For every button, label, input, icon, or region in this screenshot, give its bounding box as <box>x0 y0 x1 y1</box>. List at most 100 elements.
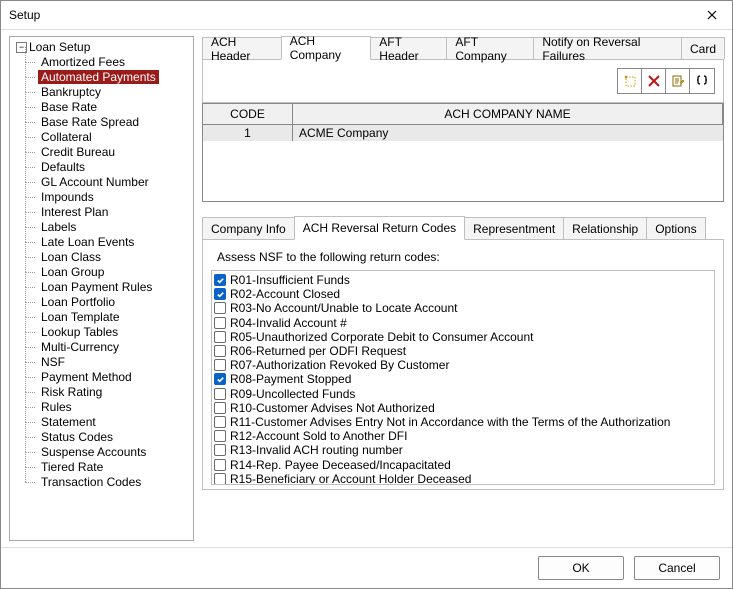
top-tab[interactable]: AFT Company <box>446 37 534 59</box>
checkbox[interactable] <box>214 444 226 456</box>
top-tab[interactable]: Notify on Reversal Failures <box>533 37 682 59</box>
checkbox[interactable] <box>214 388 226 400</box>
sidebar-item[interactable]: GL Account Number <box>38 175 193 190</box>
sidebar-item[interactable]: Defaults <box>38 160 193 175</box>
sidebar-item-label: Loan Portfolio <box>38 295 118 309</box>
checkbox[interactable] <box>214 274 226 286</box>
sidebar-item[interactable]: Rules <box>38 400 193 415</box>
return-code-row[interactable]: R15-Beneficiary or Account Holder Deceas… <box>214 472 710 485</box>
sidebar-item[interactable]: Multi-Currency <box>38 340 193 355</box>
return-code-row[interactable]: R14-Rep. Payee Deceased/Incapacitated <box>214 457 710 471</box>
sidebar-item[interactable]: NSF <box>38 355 193 370</box>
grid-col-code[interactable]: CODE <box>203 104 293 124</box>
checkbox[interactable] <box>214 373 226 385</box>
checkbox[interactable] <box>214 473 226 485</box>
sidebar-item[interactable]: Collateral <box>38 130 193 145</box>
sidebar-item[interactable]: Transaction Codes <box>38 475 193 490</box>
return-code-row[interactable]: R08-Payment Stopped <box>214 372 710 386</box>
sub-tab[interactable]: Options <box>646 217 705 239</box>
return-code-row[interactable]: R04-Invalid Account # <box>214 316 710 330</box>
sidebar-item-label: Transaction Codes <box>38 475 144 489</box>
checkbox[interactable] <box>214 302 226 314</box>
grid-col-name[interactable]: ACH COMPANY NAME <box>293 104 723 124</box>
return-code-row[interactable]: R03-No Account/Unable to Locate Account <box>214 301 710 315</box>
sidebar-item[interactable]: Interest Plan <box>38 205 193 220</box>
sidebar-item[interactable]: Base Rate <box>38 100 193 115</box>
sidebar-item[interactable]: Loan Class <box>38 250 193 265</box>
return-code-row[interactable]: R13-Invalid ACH routing number <box>214 443 710 457</box>
toolbar-edit-button[interactable] <box>666 69 690 93</box>
sub-tab[interactable]: Relationship <box>563 217 647 239</box>
sidebar-item[interactable]: Late Loan Events <box>38 235 193 250</box>
table-row[interactable]: 1ACME Company <box>203 125 723 141</box>
return-code-row[interactable]: R05-Unauthorized Corporate Debit to Cons… <box>214 330 710 344</box>
sidebar-item[interactable]: Suspense Accounts <box>38 445 193 460</box>
sub-tab[interactable]: ACH Reversal Return Codes <box>294 216 465 240</box>
ok-button[interactable]: OK <box>538 556 624 580</box>
sidebar-item-label: Status Codes <box>38 430 116 444</box>
return-code-row[interactable]: R11-Customer Advises Entry Not in Accord… <box>214 415 710 429</box>
grid-empty-area[interactable] <box>203 141 723 201</box>
checkbox[interactable] <box>214 416 226 428</box>
sidebar-item-label: Rules <box>38 400 75 414</box>
return-code-row[interactable]: R02-Account Closed <box>214 287 710 301</box>
tree-root-row[interactable]: − Loan Setup <box>14 39 193 55</box>
checkbox[interactable] <box>214 402 226 414</box>
checkbox[interactable] <box>214 317 226 329</box>
sidebar-item[interactable]: Loan Group <box>38 265 193 280</box>
return-code-row[interactable]: R10-Customer Advises Not Authorized <box>214 401 710 415</box>
sidebar-item[interactable]: Loan Template <box>38 310 193 325</box>
sidebar-item[interactable]: Bankruptcy <box>38 85 193 100</box>
sidebar-scroll[interactable]: − Loan Setup Amortized FeesAutomated Pay… <box>10 37 193 540</box>
return-code-label: R04-Invalid Account # <box>230 316 347 330</box>
top-tab[interactable]: ACH Header <box>202 37 282 59</box>
sidebar-item[interactable]: Loan Payment Rules <box>38 280 193 295</box>
checkbox[interactable] <box>214 359 226 371</box>
sidebar-item[interactable]: Tiered Rate <box>38 460 193 475</box>
checkbox[interactable] <box>214 331 226 343</box>
sidebar-item[interactable]: Impounds <box>38 190 193 205</box>
sub-tab[interactable]: Company Info <box>202 217 295 239</box>
window-close-button[interactable] <box>700 3 724 27</box>
toolbar-new-button[interactable] <box>618 69 642 93</box>
check-icon <box>216 375 225 384</box>
checkbox[interactable] <box>214 345 226 357</box>
checkbox[interactable] <box>214 288 226 300</box>
braces-icon <box>695 74 709 88</box>
sidebar-item[interactable]: Amortized Fees <box>38 55 193 70</box>
sidebar-item-label: Lookup Tables <box>38 325 121 339</box>
checkbox[interactable] <box>214 430 226 442</box>
sidebar-item-label: Loan Class <box>38 250 104 264</box>
sidebar-item[interactable]: Lookup Tables <box>38 325 193 340</box>
toolbar-delete-button[interactable] <box>642 69 666 93</box>
top-tab[interactable]: AFT Header <box>370 37 447 59</box>
return-code-row[interactable]: R07-Authorization Revoked By Customer <box>214 358 710 372</box>
return-code-row[interactable]: R09-Uncollected Funds <box>214 387 710 401</box>
top-tab[interactable]: ACH Company <box>281 36 372 60</box>
cell-name: ACME Company <box>293 125 723 141</box>
sidebar-item[interactable]: Automated Payments <box>38 70 193 85</box>
sidebar-item[interactable]: Status Codes <box>38 430 193 445</box>
company-toolbar-pane <box>202 60 724 103</box>
sidebar-item[interactable]: Base Rate Spread <box>38 115 193 130</box>
sub-tab[interactable]: Representment <box>464 217 564 239</box>
sub-tabstrip: Company InfoACH Reversal Return CodesRep… <box>202 216 724 240</box>
sidebar-item[interactable]: Payment Method <box>38 370 193 385</box>
sidebar-item[interactable]: Risk Rating <box>38 385 193 400</box>
top-tab[interactable]: Card <box>681 37 725 59</box>
return-code-row[interactable]: R12-Account Sold to Another DFI <box>214 429 710 443</box>
sidebar-item[interactable]: Loan Portfolio <box>38 295 193 310</box>
sidebar-item-label: Risk Rating <box>38 385 105 399</box>
return-codes-list[interactable]: R01-Insufficient FundsR02-Account Closed… <box>211 270 715 485</box>
return-code-label: R03-No Account/Unable to Locate Account <box>230 301 457 315</box>
return-code-row[interactable]: R06-Returned per ODFI Request <box>214 344 710 358</box>
cancel-button[interactable]: Cancel <box>634 556 720 580</box>
return-code-label: R06-Returned per ODFI Request <box>230 344 406 358</box>
delete-x-icon <box>647 74 661 88</box>
sidebar-item[interactable]: Statement <box>38 415 193 430</box>
sidebar-item[interactable]: Credit Bureau <box>38 145 193 160</box>
checkbox[interactable] <box>214 459 226 471</box>
toolbar-json-button[interactable] <box>690 69 714 93</box>
return-code-row[interactable]: R01-Insufficient Funds <box>214 273 710 287</box>
sidebar-item[interactable]: Labels <box>38 220 193 235</box>
